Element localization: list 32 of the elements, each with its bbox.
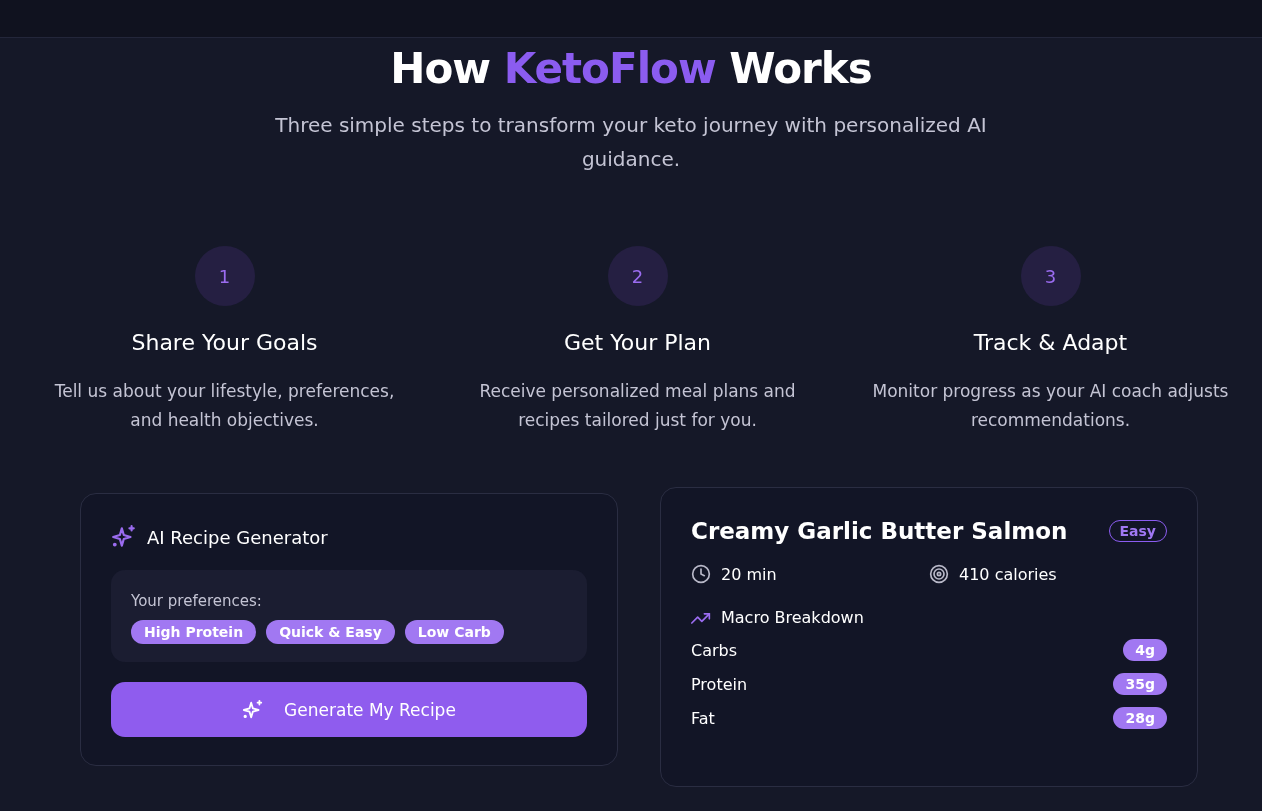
macro-name: Fat — [691, 708, 715, 728]
step-title: Get Your Plan — [564, 330, 711, 355]
preferences-label: Your preferences: — [131, 592, 263, 610]
step-description: Receive personalized meal plans and recipes tailored just for you. — [478, 380, 797, 432]
preference-tag: Quick & Easy — [266, 620, 395, 644]
macro-name: Carbs — [691, 640, 738, 660]
cook-time: 20 min — [721, 564, 777, 584]
section-subtitle: Three simple steps to transform your keto journey with personalized AI guidance. — [274, 112, 988, 173]
section-heading: How KetoFlow Works — [389, 43, 873, 95]
sparkle-icon — [242, 698, 265, 721]
step-title: Share Your Goals — [131, 330, 318, 355]
preference-tag: Low Carb — [404, 620, 504, 644]
step-number: 1 — [194, 246, 255, 306]
recipe-title: Creamy Garlic Butter Salmon — [691, 518, 1068, 544]
sparkle-icon — [111, 524, 137, 550]
macro-heading: Macro Breakdown — [721, 608, 864, 627]
step-title: Track & Adapt — [973, 330, 1128, 355]
trending-up-icon — [691, 610, 711, 625]
step-description: Tell us about your lifestyle, preferences, and health objectives. — [53, 380, 396, 432]
generate-recipe-button[interactable]: Generate My Recipe — [111, 682, 587, 737]
macro-amount: 28g — [1113, 707, 1167, 729]
step-description: Monitor progress as your AI coach adjusts recommendations. — [871, 380, 1230, 432]
calorie-count: 410 calories — [959, 564, 1057, 584]
preference-tag: High Protein — [131, 620, 257, 644]
macro-amount: 35g — [1113, 673, 1167, 695]
clock-icon — [691, 564, 711, 584]
step-number: 3 — [1020, 246, 1081, 306]
target-icon — [929, 564, 949, 584]
card-title: AI Recipe Generator — [147, 526, 328, 548]
step-number: 2 — [607, 246, 668, 306]
macro-name: Protein — [691, 674, 748, 694]
macro-amount: 4g — [1123, 639, 1167, 661]
